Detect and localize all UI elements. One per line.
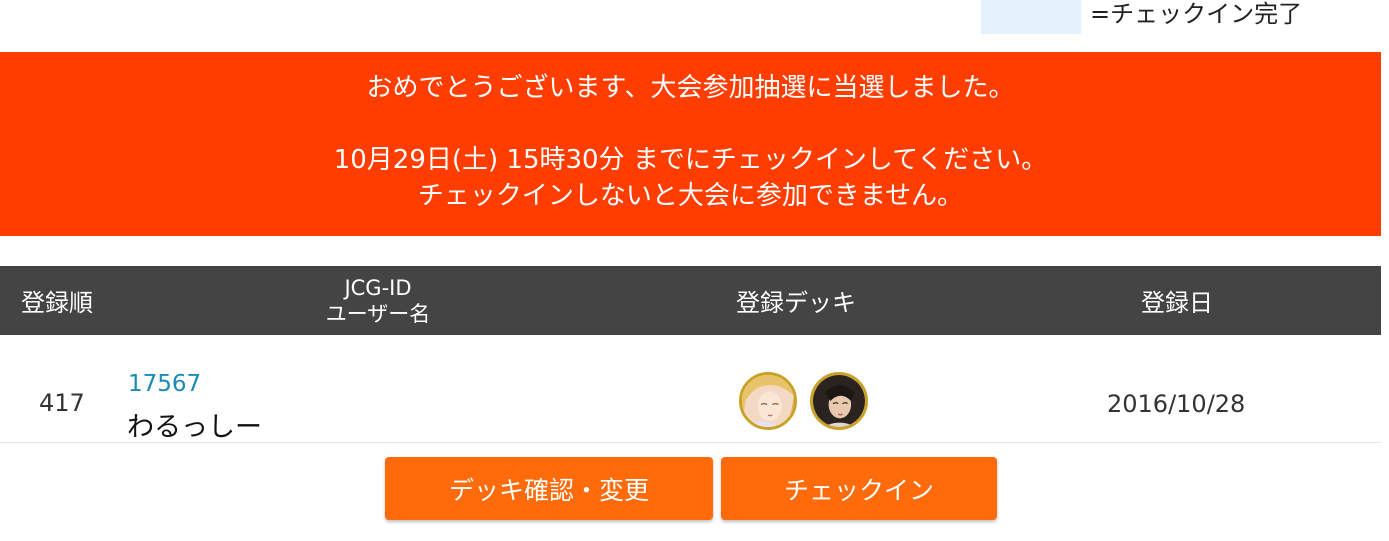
banner-congrats-text: おめでとうございます、大会参加抽選に当選しました。 [366, 73, 1015, 103]
dark-haired-character-avatar-icon[interactable] [810, 372, 868, 430]
jcg-id-link[interactable]: 17567 [128, 371, 201, 397]
header-id-label: JCG-ID [344, 275, 412, 300]
deck-check-change-button[interactable]: デッキ確認・変更 [385, 457, 713, 520]
table-row: 417 17567 わるっしー 2016/10/28 [0, 335, 1381, 443]
blonde-character-avatar-icon[interactable] [739, 372, 797, 430]
checkin-complete-swatch [981, 0, 1081, 34]
header-date: 登録日 [1141, 289, 1213, 317]
checkin-complete-legend-label: =チェックイン完了 [1090, 0, 1303, 28]
page: =チェックイン完了 おめでとうございます、大会参加抽選に当選しました。 10月2… [0, 0, 1389, 541]
dark-haired-character-art [813, 375, 865, 427]
entry-username: わるっしー [127, 412, 262, 443]
header-deck: 登録デッキ [736, 289, 856, 317]
banner-deadline-text: 10月29日(土) 15時30分 までにチェックインしてください。 [333, 145, 1048, 175]
header-id-username: JCG-ID ユーザー名 [288, 266, 468, 335]
lottery-won-banner: おめでとうございます、大会参加抽選に当選しました。 10月29日(土) 15時3… [0, 52, 1381, 236]
header-username-label: ユーザー名 [325, 301, 431, 326]
banner-warning-text: チェックインしないと大会に参加できません。 [417, 181, 964, 211]
header-order: 登録順 [21, 289, 93, 317]
checkin-button[interactable]: チェックイン [721, 457, 997, 520]
entry-order: 417 [39, 389, 85, 417]
entry-date: 2016/10/28 [1107, 390, 1246, 418]
blonde-character-art [742, 375, 794, 427]
entries-table-header: 登録順 JCG-ID ユーザー名 登録デッキ 登録日 [0, 266, 1381, 335]
